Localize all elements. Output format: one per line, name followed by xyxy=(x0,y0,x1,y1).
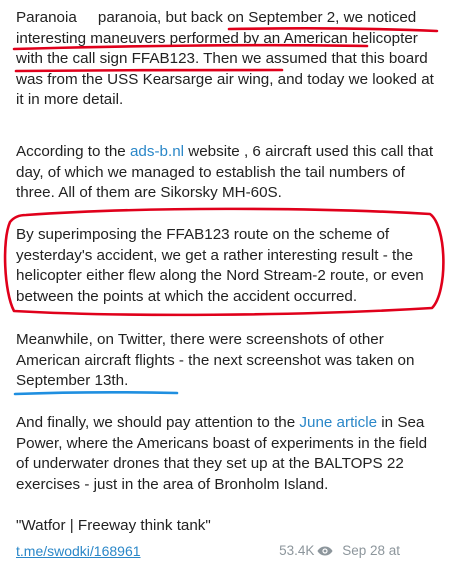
paragraph-text: Meanwhile, on Twitter, there were screen… xyxy=(16,331,398,369)
view-count: 53.4K xyxy=(279,543,315,558)
intro-text: paranoia, but back xyxy=(97,9,223,26)
paragraph-route: By superimposing the FFAB123 route on th… xyxy=(16,226,424,305)
eye-icon xyxy=(317,546,333,556)
june-article-link[interactable]: June article xyxy=(299,414,377,431)
post-date: Sep 28 at xyxy=(342,543,400,558)
adsb-link[interactable]: ads-b.nl xyxy=(130,143,184,160)
paragraph-adsb: According to the ads-b.nl website , 6 ai… xyxy=(16,142,440,204)
blue-underline xyxy=(13,391,179,396)
intro-word: Paranoia xyxy=(16,9,77,26)
signature: "Watfor | Freeway think tank" xyxy=(16,517,211,534)
paragraph-twitter: Meanwhile, on Twitter, there were screen… xyxy=(16,330,440,392)
telegram-post: Paranoia paranoia, but back on September… xyxy=(0,0,452,570)
post-link[interactable]: t.me/swodki/168961 xyxy=(16,543,141,559)
post-meta: 53.4K Sep 28 at xyxy=(279,543,400,558)
post-footer: t.me/swodki/168961 53.4K Sep 28 at xyxy=(16,541,400,561)
paragraph-text: According to the xyxy=(16,143,130,160)
paragraph-sea-power: And finally, we should pay attention to … xyxy=(16,413,440,495)
paragraph-intro: Paranoia paranoia, but back on September… xyxy=(16,8,440,111)
paragraph-text: And finally, we should pay attention to … xyxy=(16,414,300,431)
